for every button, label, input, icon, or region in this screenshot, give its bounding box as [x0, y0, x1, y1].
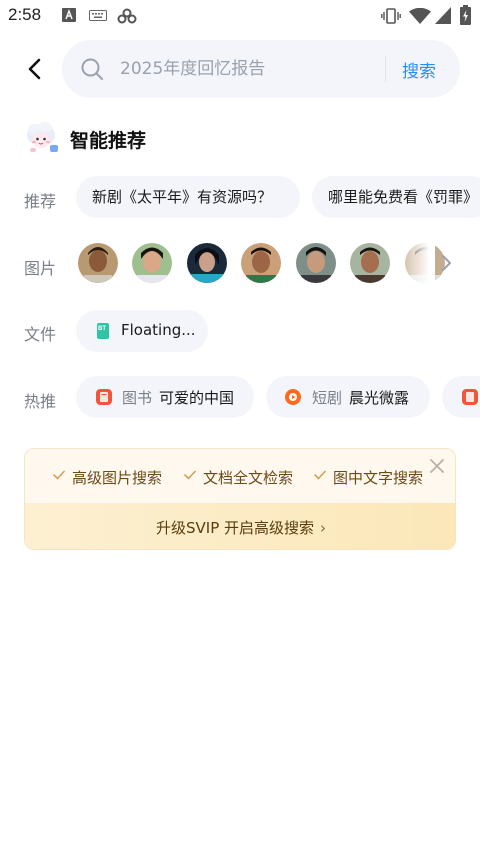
- row-label-images: 图片: [24, 259, 57, 278]
- image-thumbnail[interactable]: [296, 243, 336, 283]
- image-thumbnail[interactable]: [132, 243, 172, 283]
- keyboard-icon: [89, 10, 107, 21]
- cloud-link-icon: [117, 8, 137, 24]
- image-thumbnail[interactable]: [350, 243, 390, 283]
- search-divider: [385, 56, 386, 82]
- upgrade-svip-label: 升级SVIP 开启高级搜索: [155, 519, 315, 537]
- hot-chip-more[interactable]: [442, 376, 480, 418]
- search-button[interactable]: 搜索: [402, 57, 436, 82]
- svip-promo-card: 高级图片搜索 文档全文检索 图中文字搜索 升级SVIP 开启高级搜索 ›: [24, 448, 456, 550]
- vibrate-icon: [381, 8, 401, 24]
- row-label-suggest: 推荐: [24, 192, 57, 211]
- close-icon[interactable]: [429, 458, 445, 474]
- row-label-files: 文件: [24, 325, 57, 344]
- suggestion-chip[interactable]: 新剧《太平年》有资源吗？: [76, 176, 300, 218]
- hot-category: 图书: [122, 389, 153, 407]
- chevron-right-icon: ›: [320, 519, 327, 537]
- hot-chip-book[interactable]: 图书 可爱的中国: [76, 376, 254, 418]
- row-label-hot: 热推: [24, 392, 57, 411]
- font-a-icon: [62, 8, 76, 22]
- search-input[interactable]: [120, 56, 380, 82]
- upgrade-svip-button[interactable]: 升级SVIP 开启高级搜索 ›: [25, 517, 455, 538]
- file-chip[interactable]: BT Floating...: [76, 310, 208, 352]
- chevron-right-icon[interactable]: [436, 253, 456, 273]
- back-button[interactable]: [22, 56, 48, 82]
- check-icon: [53, 470, 65, 480]
- hot-title: 晨光微露: [349, 389, 410, 407]
- status-bar: 2:58: [0, 0, 480, 32]
- signal-icon: [435, 7, 451, 24]
- suggestion-chip[interactable]: 哪里能免费看《罚罪》: [312, 176, 480, 218]
- file-name: Floating...: [121, 321, 196, 339]
- image-thumbnail[interactable]: [78, 243, 118, 283]
- promo-feature: 高级图片搜索: [72, 469, 163, 487]
- battery-icon: [460, 5, 471, 25]
- hot-title: 可爱的中国: [159, 389, 235, 407]
- section-title: 智能推荐: [70, 130, 147, 152]
- hot-category: 短剧: [312, 389, 343, 407]
- search-icon: [81, 58, 103, 80]
- image-thumbnail[interactable]: [187, 243, 227, 283]
- search-bar: 搜索: [62, 40, 460, 98]
- bt-file-icon: BT: [97, 323, 109, 339]
- promo-features: 高级图片搜索 文档全文检索 图中文字搜索: [25, 449, 455, 503]
- mascot-icon: [27, 122, 58, 152]
- book-icon: [462, 389, 478, 405]
- promo-feature: 图中文字搜索: [333, 469, 424, 487]
- status-time: 2:58: [8, 5, 42, 24]
- hot-chip-drama[interactable]: 短剧 晨光微露: [266, 376, 430, 418]
- promo-feature: 文档全文检索: [203, 469, 294, 487]
- thumbnail-fade: [395, 236, 435, 290]
- check-icon: [314, 470, 326, 480]
- check-icon: [184, 470, 196, 480]
- wifi-icon: [409, 8, 431, 24]
- book-icon: [96, 389, 112, 405]
- short-drama-icon: [285, 389, 301, 405]
- image-thumbnail[interactable]: [241, 243, 281, 283]
